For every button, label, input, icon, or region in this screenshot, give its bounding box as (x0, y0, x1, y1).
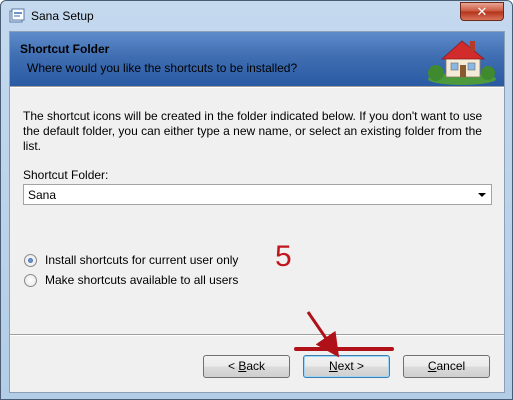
radio-current-user-label: Install shortcuts for current user only (45, 253, 239, 267)
back-button-label: ack (246, 359, 266, 373)
banner-divider (10, 86, 504, 88)
next-button-highlight-underline (294, 347, 394, 351)
radio-all-users[interactable]: Make shortcuts available to all users (24, 273, 238, 287)
shortcut-folder-value: Sana (28, 188, 57, 202)
window-title: Sana Setup (31, 9, 94, 23)
radio-button-checked[interactable] (24, 253, 37, 267)
next-button-mnemonic: N (328, 359, 338, 373)
radio-button-unchecked[interactable] (24, 273, 37, 287)
house-icon (428, 40, 496, 85)
close-icon: ✕ (476, 4, 488, 19)
cancel-button[interactable]: Cancel (403, 355, 490, 378)
radio-all-users-label: Make shortcuts available to all users (45, 273, 239, 287)
title-bar[interactable]: Sana Setup ✕ (1, 1, 512, 31)
shortcut-folder-combobox[interactable]: Sana (23, 184, 492, 205)
close-button[interactable]: ✕ (460, 2, 504, 21)
shortcut-folder-label: Shortcut Folder: (23, 168, 109, 182)
next-button-label: ext > (337, 359, 365, 373)
footer-divider (10, 334, 504, 336)
banner-subtitle: Where would you like the shortcuts to be… (27, 61, 298, 75)
setup-app-icon (9, 8, 25, 23)
step-number-annotation: 5 (275, 240, 292, 273)
wizard-body: Shortcut Folder Where would you like the… (9, 31, 505, 393)
banner-title: Shortcut Folder (20, 42, 110, 56)
setup-window: Sana Setup ✕ Shortcut Folder Where would… (0, 0, 513, 400)
back-button[interactable]: < Back (203, 355, 290, 378)
back-button-prefix: < (227, 359, 239, 373)
cancel-button-label: ancel (436, 359, 466, 373)
dropdown-arrow-icon[interactable] (478, 193, 486, 197)
radio-current-user[interactable]: Install shortcuts for current user only (24, 253, 238, 267)
instruction-text: The shortcut icons will be created in th… (23, 109, 483, 153)
next-button[interactable]: Next > (303, 355, 390, 378)
wizard-banner: Shortcut Folder Where would you like the… (10, 32, 504, 86)
